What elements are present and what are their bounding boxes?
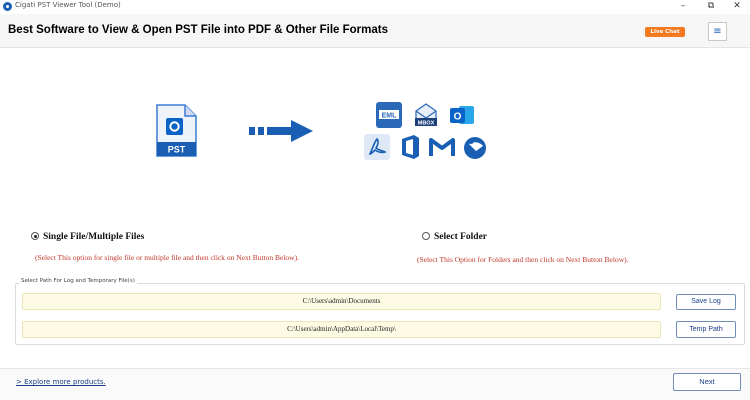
log-path-field[interactable]: C:\Users\admin\Documents [22,293,661,310]
temp-path-button[interactable]: Temp Path [676,321,736,338]
close-icon[interactable]: ✕ [724,0,750,13]
save-log-button[interactable]: Save Log [676,294,736,310]
svg-text:EML: EML [382,113,398,120]
office365-icon [402,135,419,159]
option-single-file-label: Single File/Multiple Files [43,232,145,242]
window-titlebar: Cigati PST Viewer Tool (Demo) – ⧉ ✕ [0,0,750,13]
option-single-file[interactable]: Single File/Multiple Files [31,232,144,242]
path-settings-legend: Select Path For Log and Temporary File(s… [19,278,137,284]
pdf-icon [364,134,390,160]
conversion-arrow-icon [249,120,313,142]
select-folder-hint: (Select This Option for Folders and then… [417,255,629,264]
next-button[interactable]: Next [673,373,741,391]
explore-more-products-link[interactable]: > Explore more products. [16,378,106,386]
window-title: Cigati PST Viewer Tool (Demo) [15,1,121,9]
eml-icon: EML [376,102,402,128]
outlook-icon: O [450,106,474,124]
pst-file-label: PST [168,145,186,155]
thunderbird-icon [464,137,486,159]
live-chat-button[interactable]: Live Chat [645,27,685,37]
app-footer: > Explore more products. [0,368,750,400]
svg-text:O: O [454,112,462,123]
app-logo-icon [3,2,12,11]
svg-text:MBOX: MBOX [418,121,435,127]
single-file-hint: (Select This option for single file or m… [35,253,299,262]
mbox-icon: MBOX [415,103,437,127]
radio-single-file[interactable] [31,232,39,240]
minimize-icon[interactable]: – [670,0,696,13]
temp-path-field[interactable]: C:\Users\admin\AppData\Local\Temp\ [22,321,661,338]
maximize-icon[interactable]: ⧉ [698,0,724,13]
pst-file-icon: PST [156,104,197,157]
app-header: Best Software to View & Open PST File in… [0,14,750,48]
option-select-folder-label: Select Folder [434,232,488,242]
gmail-icon [429,138,455,156]
option-select-folder[interactable]: Select Folder [422,232,487,242]
radio-select-folder[interactable] [422,232,430,240]
page-title: Best Software to View & Open PST File in… [8,24,388,36]
hamburger-menu-icon[interactable]: ≡ [708,22,727,41]
